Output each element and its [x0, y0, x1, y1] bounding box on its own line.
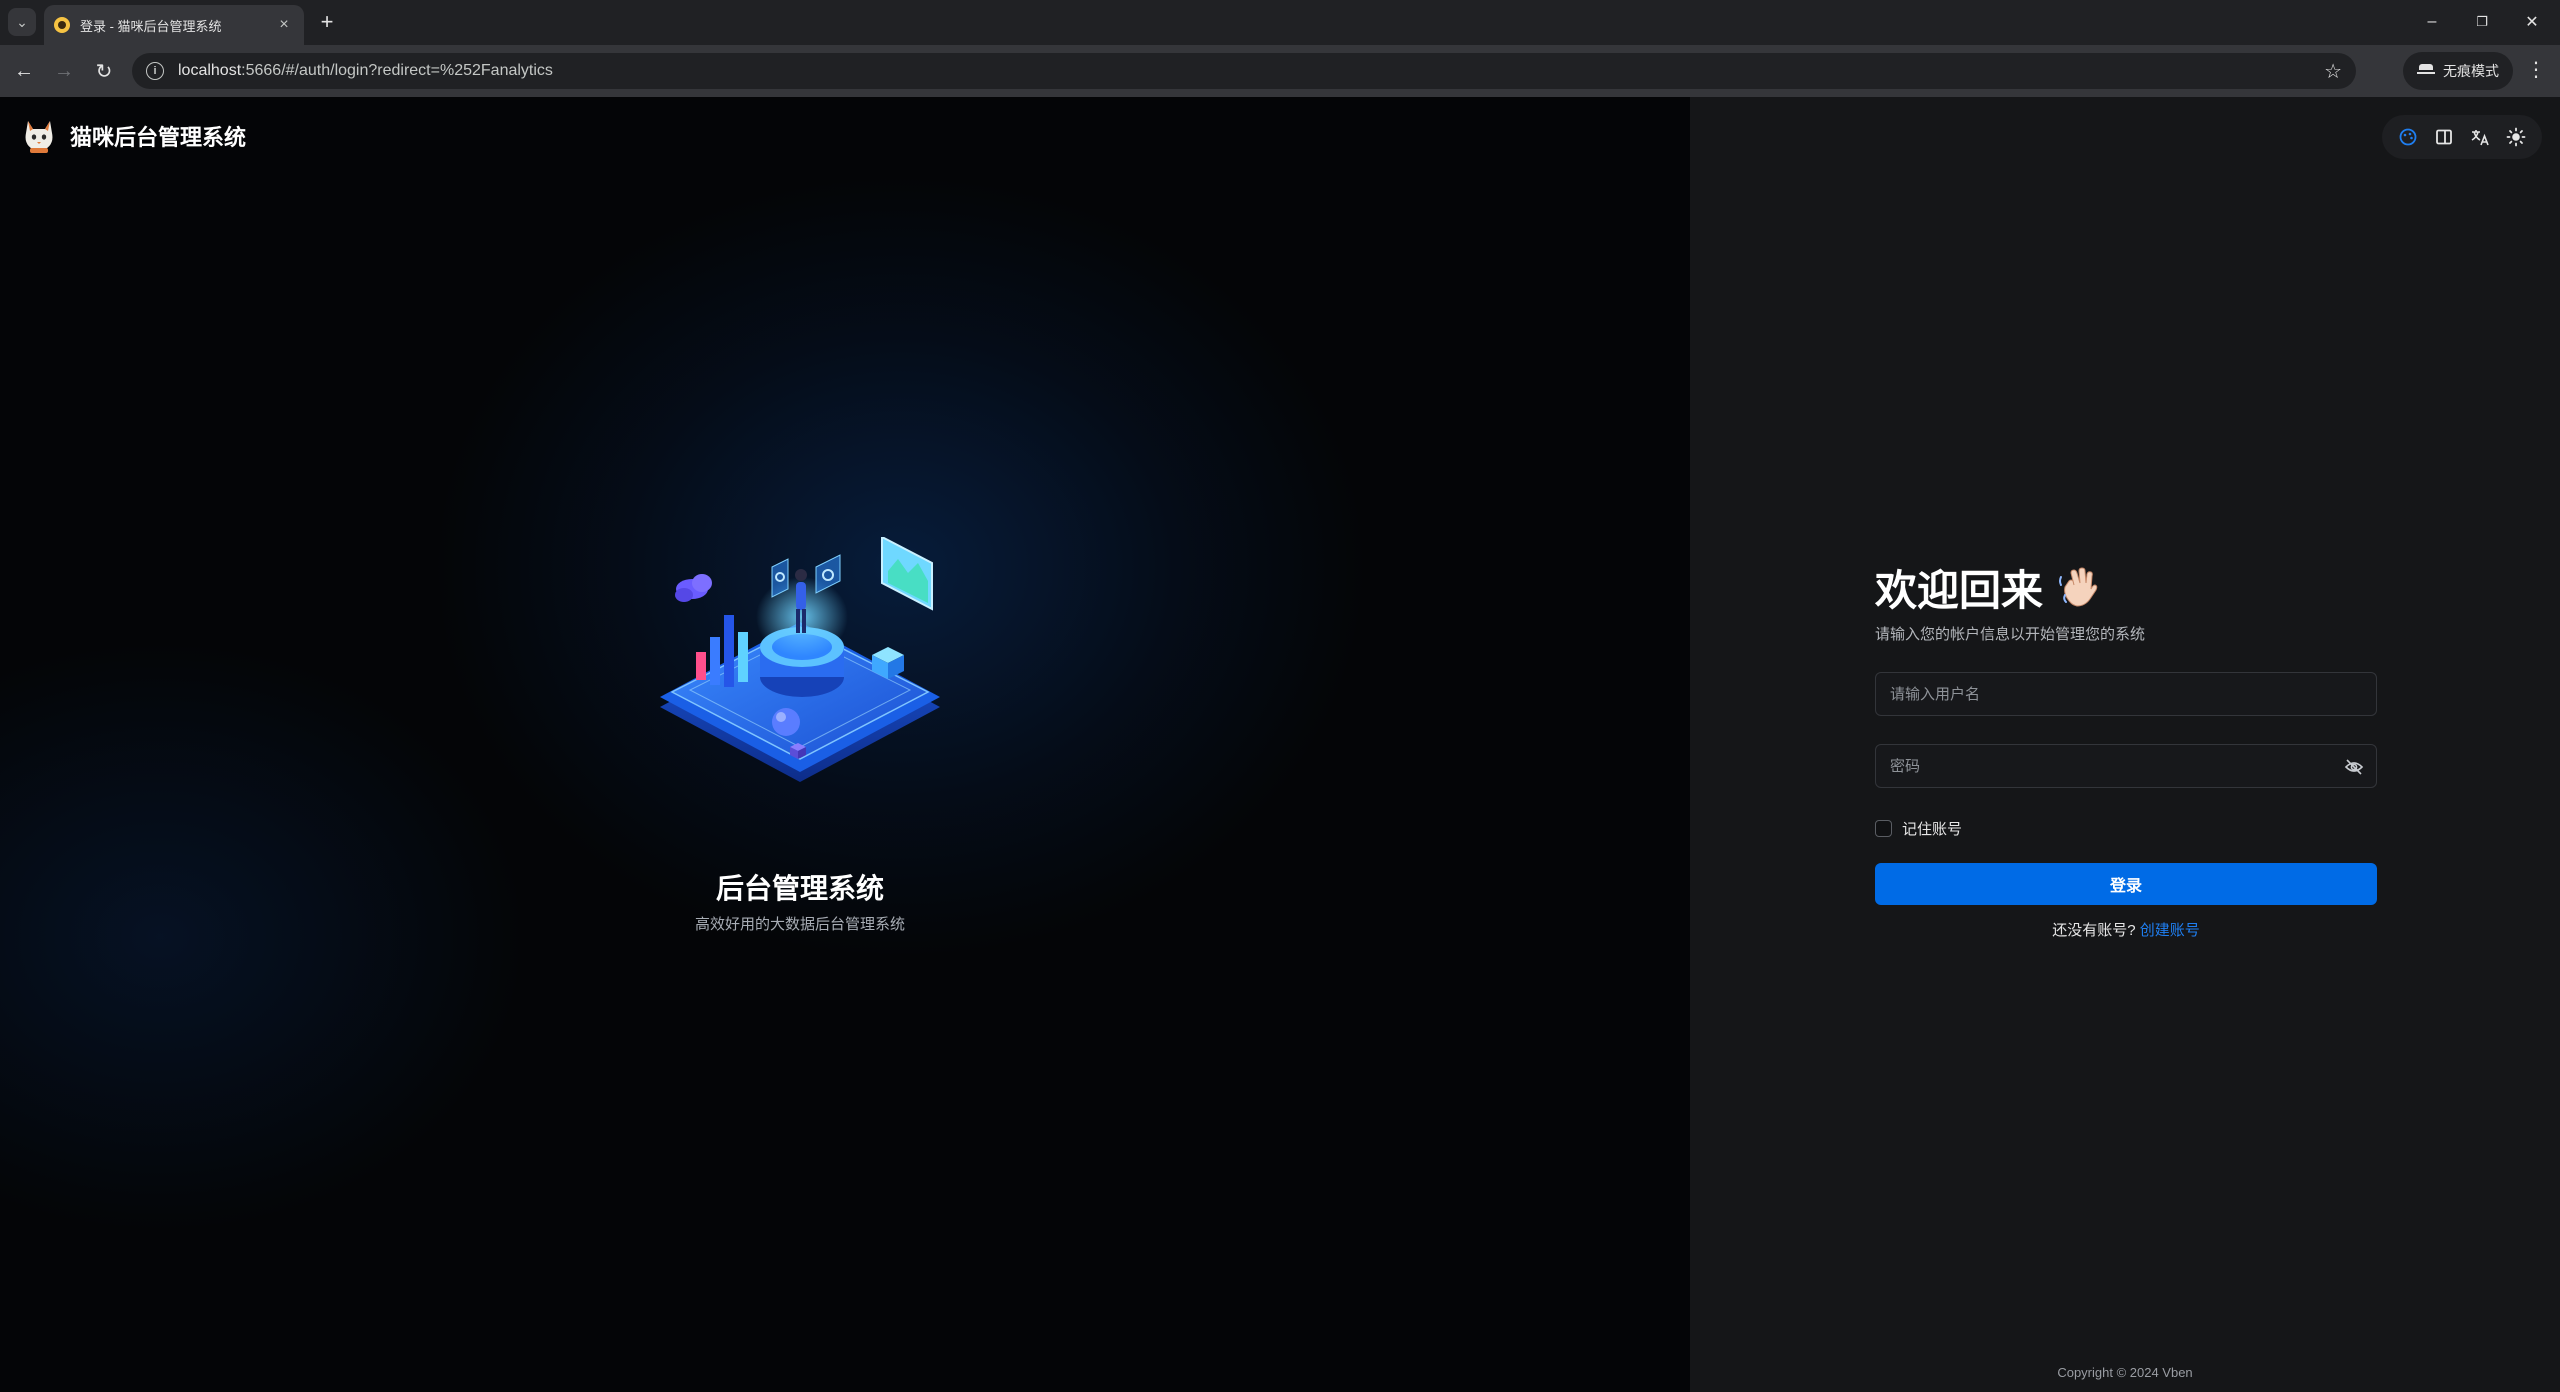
brand-title: 猫咪后台管理系统 [70, 125, 247, 150]
tab-title: 登录 - 猫咪后台管理系统 [80, 18, 222, 34]
eye-off-icon[interactable] [2344, 757, 2364, 777]
isometric-dashboard-illustration [650, 535, 950, 817]
welcome-text: 欢迎回来 [1875, 566, 2044, 614]
create-account-link[interactable]: 创建账号 [2140, 922, 2200, 939]
password-input[interactable] [1876, 745, 2376, 787]
remember-checkbox[interactable] [1875, 820, 1892, 837]
cat-logo-icon [22, 117, 56, 155]
browser-tab[interactable]: 登录 - 猫咪后台管理系统 × [44, 5, 304, 45]
username-input[interactable] [1876, 673, 2376, 715]
new-tab-button[interactable]: + [314, 9, 340, 35]
reload-button[interactable]: ↻ [90, 57, 118, 85]
welcome-heading: 欢迎回来 [1875, 557, 2377, 617]
tab-search-button[interactable]: ⌄ [8, 8, 36, 36]
close-window-button[interactable]: ✕ [2512, 8, 2552, 36]
remember-row: 记住账号 [1875, 818, 2377, 839]
copyright-text: Copyright © 2024 Vben [2057, 1365, 2193, 1380]
browser-toolbar: ← → ↻ i localhost:5666/#/auth/login?redi… [0, 45, 2560, 97]
url-path: :5666/#/auth/login?redirect=%252Fanalyti… [241, 62, 553, 79]
register-prompt: 还没有账号? 创建账号 [1875, 919, 2377, 940]
restore-button[interactable]: ❐ [2462, 8, 2502, 36]
site-info-icon[interactable]: i [146, 62, 164, 80]
password-field[interactable] [1875, 744, 2377, 788]
palette-icon[interactable] [2393, 122, 2423, 152]
browser-menu-button[interactable]: ⋮ [2526, 57, 2546, 82]
login-page: 猫咪后台管理系统 后台管理系统 高效好用的大数据后台管理系统 欢迎回来 请输入您… [0, 97, 2560, 1392]
brand: 猫咪后台管理系统 [22, 117, 246, 155]
welcome-subtitle: 请输入您的帐户信息以开始管理您的系统 [1875, 626, 2146, 643]
hero-title: 后台管理系统 [715, 873, 884, 904]
hero-subtitle: 高效好用的大数据后台管理系统 [694, 916, 905, 933]
incognito-icon [2417, 64, 2435, 78]
url-host: localhost [178, 62, 242, 79]
url-text[interactable]: localhost:5666/#/auth/login?redirect=%25… [178, 62, 553, 80]
browser-tab-bar: ⌄ 登录 - 猫咪后台管理系统 × + – ❐ ✕ [0, 0, 2560, 45]
left-hero-panel: 猫咪后台管理系统 后台管理系统 高效好用的大数据后台管理系统 [0, 97, 1690, 1392]
remember-label[interactable]: 记住账号 [1902, 818, 1962, 839]
translate-icon[interactable] [2465, 122, 2495, 152]
bookmark-star-icon[interactable]: ☆ [2324, 59, 2342, 84]
minimize-button[interactable]: – [2412, 8, 2452, 36]
login-button[interactable]: 登录 [1875, 863, 2377, 905]
forward-button[interactable]: → [50, 57, 78, 85]
sun-icon[interactable] [2501, 122, 2531, 152]
incognito-label: 无痕模式 [2443, 63, 2499, 79]
back-button[interactable]: ← [10, 57, 38, 85]
header-tool-group [2382, 115, 2542, 159]
tab-close-button[interactable]: × [274, 16, 294, 34]
incognito-badge[interactable]: 无痕模式 [2403, 52, 2513, 90]
waving-hand-icon [2057, 565, 2101, 609]
layout-icon[interactable] [2429, 122, 2459, 152]
username-field[interactable] [1875, 672, 2377, 716]
no-account-text: 还没有账号? [2052, 922, 2136, 939]
address-bar[interactable]: i localhost:5666/#/auth/login?redirect=%… [132, 53, 2356, 89]
login-form: 欢迎回来 请输入您的帐户信息以开始管理您的系统 记住账号 登录 [1875, 557, 2377, 940]
tab-favicon-icon [54, 17, 70, 33]
